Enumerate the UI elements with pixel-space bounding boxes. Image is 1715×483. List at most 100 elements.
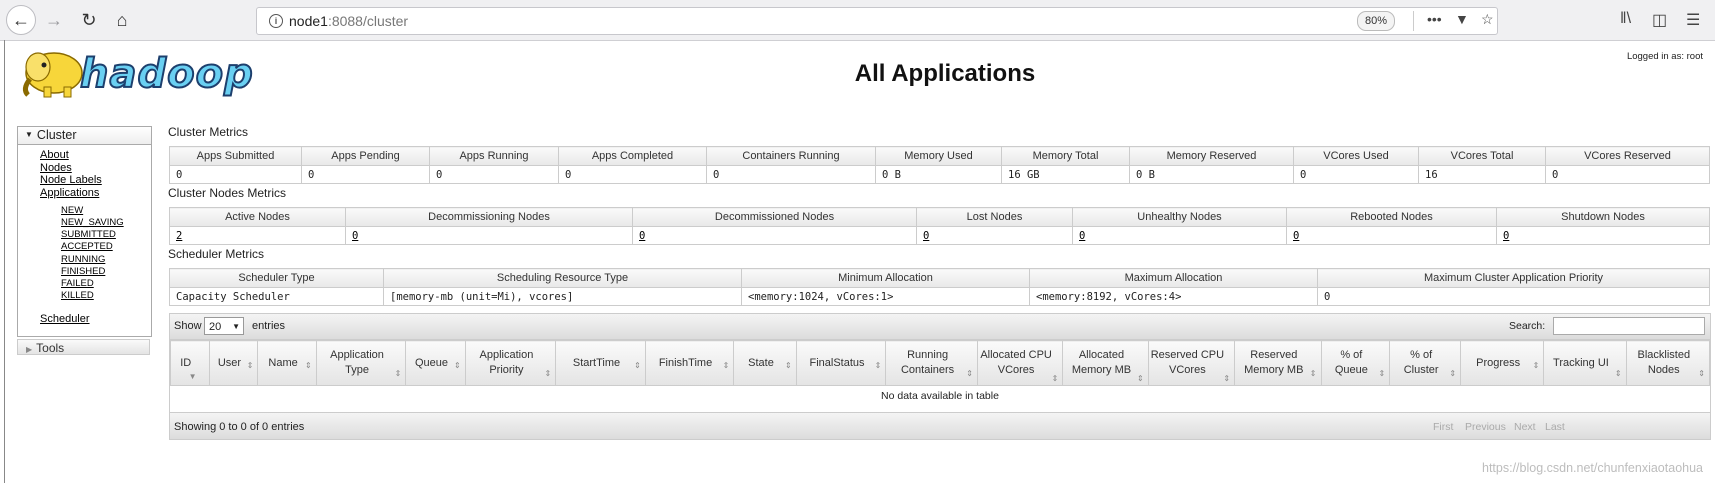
metric-value: 0 B	[875, 165, 1002, 184]
decommissioned-nodes-link[interactable]: 0	[639, 230, 645, 242]
search-label: Search:	[1509, 320, 1546, 332]
nav-app-state-accepted[interactable]: ACCEPTED	[61, 241, 113, 252]
browser-toolbar: ← → ↻ ⌂ i node1:8088/cluster 80% ••• ▼ ☆…	[0, 0, 1715, 41]
metric-value: 0	[1293, 165, 1419, 184]
rebooted-nodes-link[interactable]: 0	[1293, 230, 1299, 242]
back-arrow-icon[interactable]: ←	[6, 5, 36, 35]
sort-icon: ⇕	[1309, 369, 1317, 378]
search-input[interactable]	[1553, 317, 1705, 335]
reload-icon[interactable]: ↻	[75, 6, 103, 34]
column-header-name[interactable]: Name ⇕	[257, 340, 317, 386]
column-header-percent-of-cluster[interactable]: % of Cluster ⇕	[1389, 340, 1462, 386]
metric-value: 16	[1418, 165, 1546, 184]
metric-value: 0	[706, 165, 876, 184]
scheduler-metric-value: Capacity Scheduler	[169, 287, 384, 306]
sort-icon: ⇕	[785, 361, 792, 370]
zoom-badge[interactable]: 80%	[1357, 11, 1396, 31]
scheduler-metric-value: <memory:8192, vCores:4>	[1029, 287, 1318, 306]
metric-value: 0	[429, 165, 559, 184]
nav-link-applications[interactable]: Applications	[40, 187, 99, 199]
cluster-nav-header[interactable]: ▼ Cluster	[18, 127, 151, 145]
column-header-progress[interactable]: Progress ⇕	[1460, 340, 1545, 386]
metric-value: 0	[169, 165, 302, 184]
nav-app-state-submitted[interactable]: SUBMITTED	[61, 229, 116, 240]
info-icon[interactable]: i	[269, 14, 283, 28]
nav-link-scheduler[interactable]: Scheduler	[40, 313, 90, 325]
sort-icon: ⇕	[1223, 374, 1231, 383]
column-header-reserved-cpu-vcores[interactable]: Reserved CPU VCores ⇕	[1147, 340, 1236, 386]
column-header-running-containers[interactable]: Running Containers ⇕	[885, 340, 978, 386]
active-nodes-link[interactable]: 2	[176, 230, 182, 242]
column-header-queue[interactable]: Queue ⇕	[405, 340, 466, 386]
pager-first-button[interactable]: First	[1433, 421, 1453, 433]
metric-header: Memory Reserved	[1129, 146, 1294, 166]
column-header-application-priority[interactable]: Application Priority ⇕	[464, 340, 557, 386]
column-header-id[interactable]: ID ▼	[170, 340, 210, 386]
sidebar-toggle-icon[interactable]: ◫	[1652, 10, 1667, 30]
sort-icon: ⇕	[394, 369, 402, 378]
column-header-blacklisted-nodes[interactable]: Blacklisted Nodes ⇕	[1625, 340, 1711, 386]
column-header-allocated-cpu-vcores[interactable]: Allocated CPU VCores ⇕	[976, 340, 1064, 386]
nav-app-state-new[interactable]: NEW	[61, 205, 83, 216]
pager-next-button[interactable]: Next	[1514, 421, 1536, 433]
column-header-state[interactable]: State ⇕	[733, 340, 797, 386]
column-header-finishtime[interactable]: FinishTime ⇕	[644, 340, 735, 386]
datatable-top-bar: Show 20 ▼ entries Search:	[170, 314, 1710, 340]
shutdown-nodes-link[interactable]: 0	[1503, 230, 1509, 242]
page-border	[4, 40, 5, 483]
unhealthy-nodes-link[interactable]: 0	[1079, 230, 1085, 242]
column-header-starttime[interactable]: StartTime ⇕	[555, 340, 646, 386]
forward-arrow-icon[interactable]: →	[40, 6, 68, 34]
applications-table: ID ▼ User ⇕ Name ⇕ Application Type ⇕ Queue ⇕…	[170, 340, 1711, 406]
bookmark-star-icon[interactable]: ☆	[1481, 11, 1494, 28]
node-metric-header: Shutdown Nodes	[1496, 207, 1710, 227]
scheduler-metric-header: Maximum Allocation	[1029, 268, 1318, 288]
node-metric-header: Active Nodes	[169, 207, 346, 227]
nav-app-state-failed[interactable]: FAILED	[61, 278, 94, 289]
sort-icon: ⇕	[1051, 374, 1059, 383]
column-header-allocated-memory-mb[interactable]: Allocated Memory MB ⇕	[1062, 340, 1149, 386]
url-bar[interactable]: i node1:8088/cluster 80% ••• ▼ ☆	[256, 7, 1498, 35]
column-header-percent-of-queue[interactable]: % of Queue ⇕	[1320, 340, 1391, 386]
sort-icon: ⇕	[966, 369, 973, 378]
column-header-application-type[interactable]: Application Type ⇕	[315, 340, 407, 386]
scheduler-metrics-table: Scheduler Type Scheduling Resource Type …	[169, 268, 1710, 306]
datatable-bottom-bar: Showing 0 to 0 of 0 entries First Previo…	[170, 412, 1710, 439]
pocket-icon[interactable]: ▼	[1455, 11, 1469, 27]
sort-icon: ⇕	[1136, 374, 1144, 383]
pager-previous-button[interactable]: Previous	[1465, 421, 1506, 433]
more-actions-icon[interactable]: •••	[1427, 11, 1442, 27]
metric-header: Apps Pending	[301, 146, 430, 166]
metric-value: 0	[1545, 165, 1710, 184]
decommissioning-nodes-link[interactable]: 0	[352, 230, 358, 242]
scheduler-metric-value: [memory-mb (unit=Mi), vcores]	[383, 287, 742, 306]
url-text[interactable]: node1:8088/cluster	[289, 13, 408, 29]
column-header-reserved-memory-mb[interactable]: Reserved Memory MB ⇕	[1234, 340, 1322, 386]
node-metric-header: Lost Nodes	[916, 207, 1073, 227]
nav-link-about[interactable]: About	[40, 149, 69, 161]
column-header-user[interactable]: User ⇕	[208, 340, 259, 386]
nav-app-state-running[interactable]: RUNNING	[61, 254, 105, 265]
menu-icon[interactable]: ☰	[1686, 10, 1700, 30]
empty-table-message: No data available in table	[881, 390, 999, 402]
sort-desc-icon: ▼	[188, 372, 197, 381]
metric-value: 0	[301, 165, 430, 184]
scheduler-metric-header: Scheduler Type	[169, 268, 384, 288]
column-header-finalstatus[interactable]: FinalStatus ⇕	[795, 340, 887, 386]
nav-app-state-killed[interactable]: KILLED	[61, 290, 94, 301]
library-icon[interactable]: ‖\	[1620, 10, 1631, 28]
nav-app-state-finished[interactable]: FINISHED	[61, 266, 105, 277]
nav-link-nodes[interactable]: Nodes	[40, 162, 72, 174]
entries-length-select[interactable]: 20 ▼	[204, 317, 244, 335]
lost-nodes-link[interactable]: 0	[923, 230, 929, 242]
pager-last-button[interactable]: Last	[1545, 421, 1565, 433]
nav-app-state-new-saving[interactable]: NEW_SAVING	[61, 217, 124, 228]
metric-header: VCores Used	[1293, 146, 1419, 166]
sort-icon: ⇕	[634, 361, 641, 370]
sort-icon: ⇕	[305, 361, 312, 370]
tools-nav-header[interactable]: ▶ Tools	[17, 339, 150, 355]
scheduler-metric-value: <memory:1024, vCores:1>	[741, 287, 1030, 306]
nav-link-node-labels[interactable]: Node Labels	[40, 174, 102, 186]
home-icon[interactable]: ⌂	[108, 6, 136, 34]
column-header-tracking-ui[interactable]: Tracking UI ⇕	[1543, 340, 1627, 386]
